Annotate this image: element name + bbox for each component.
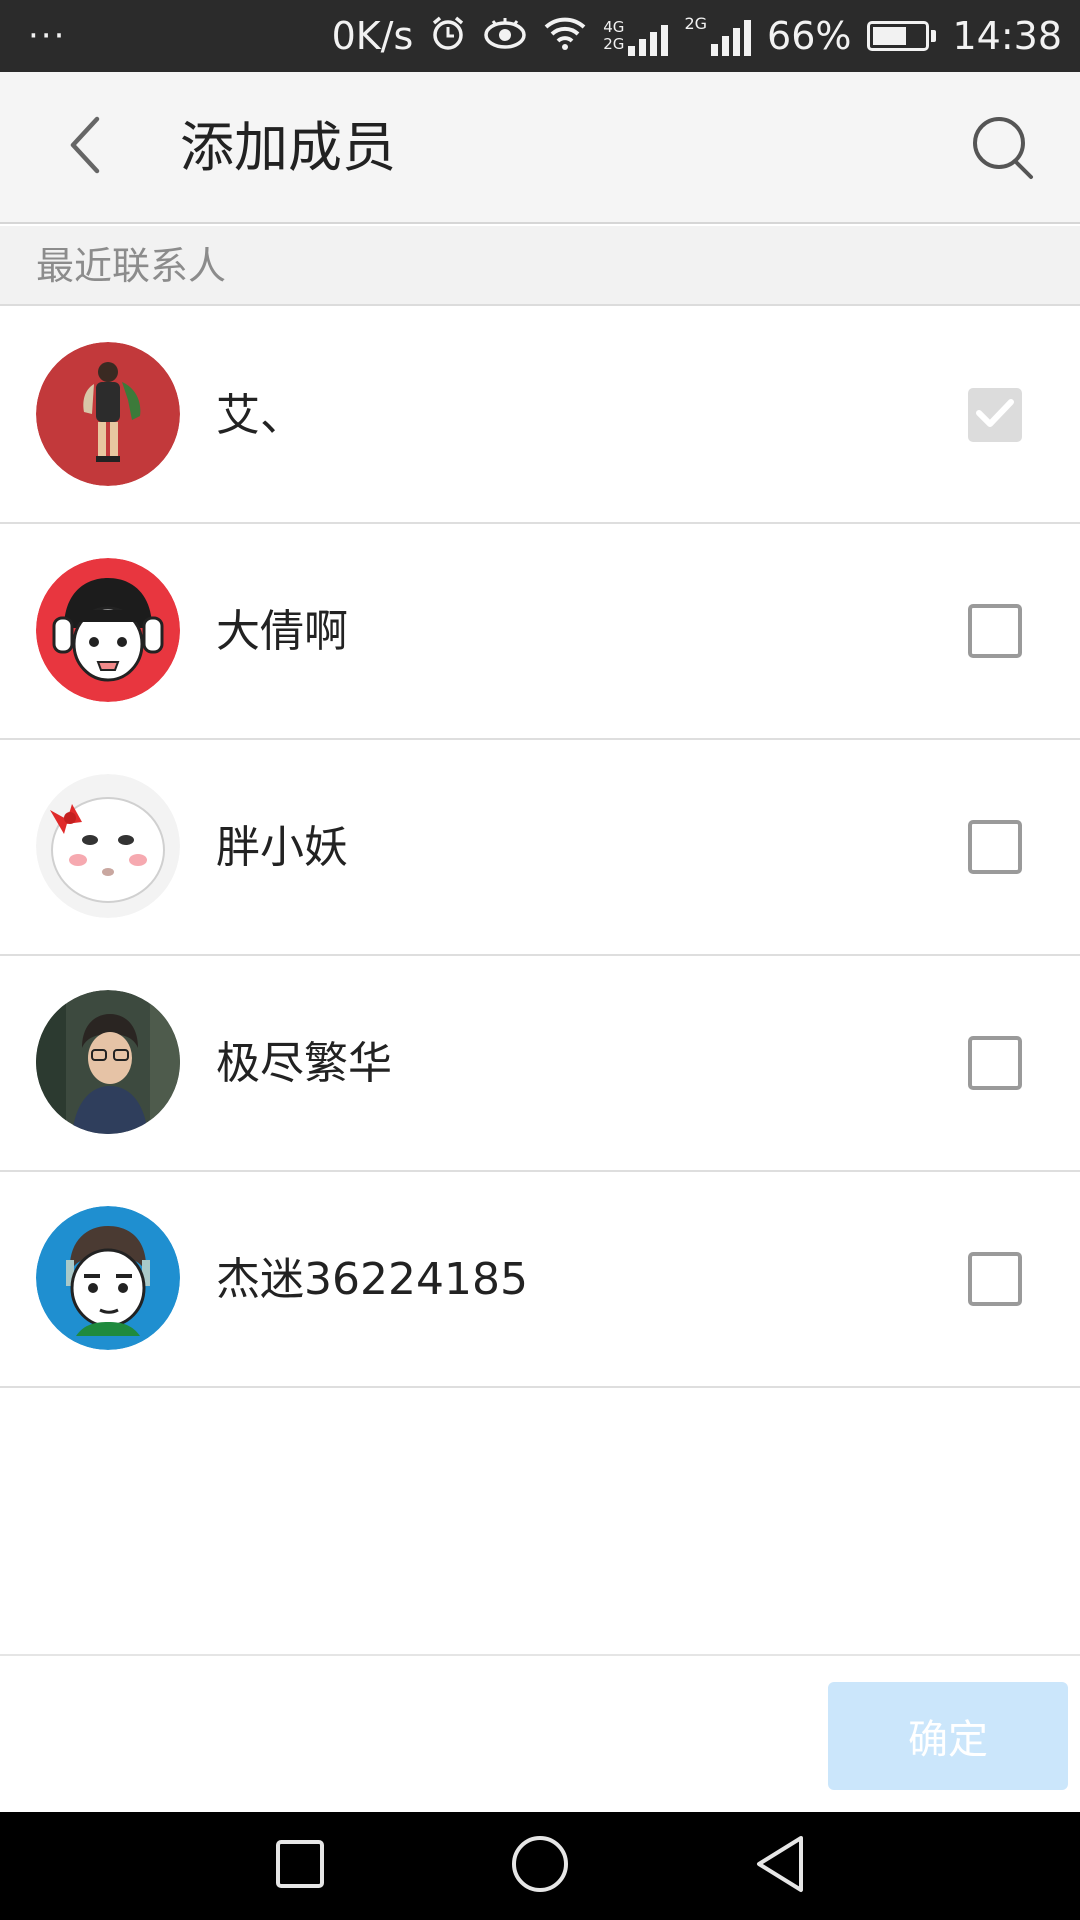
net-type-second: 2G bbox=[684, 14, 708, 33]
select-checkbox[interactable] bbox=[968, 388, 1022, 442]
back-button[interactable] bbox=[50, 112, 120, 182]
contact-name: 艾、 bbox=[216, 390, 304, 441]
signal-icon: 2G bbox=[684, 14, 752, 56]
battery-icon bbox=[867, 21, 937, 51]
avatar bbox=[36, 342, 180, 486]
search-button[interactable] bbox=[964, 110, 1044, 190]
contact-row[interactable]: 极尽繁华 bbox=[0, 956, 1080, 1172]
net-speed: 0K/s bbox=[331, 14, 414, 58]
select-checkbox[interactable] bbox=[968, 1252, 1022, 1306]
select-checkbox[interactable] bbox=[968, 604, 1022, 658]
home-button[interactable] bbox=[495, 1821, 585, 1911]
footer-bar: 确定 bbox=[0, 1654, 1080, 1812]
select-checkbox[interactable] bbox=[968, 1036, 1022, 1090]
checkmark-icon bbox=[975, 397, 1015, 433]
net-type-bottom: 2G bbox=[603, 35, 625, 53]
clock: 14:38 bbox=[952, 14, 1062, 58]
back-icon bbox=[753, 1834, 807, 1898]
alarm-icon bbox=[429, 14, 467, 58]
contact-row[interactable]: 杰迷36224185 bbox=[0, 1172, 1080, 1388]
status-bar: ··· 0K/s 4G 2G 2G 66% 14:38 bbox=[0, 0, 1080, 72]
page-title: 添加成员 bbox=[180, 116, 396, 179]
search-icon bbox=[969, 113, 1039, 187]
signal-icon: 4G 2G bbox=[603, 16, 669, 56]
recent-apps-icon bbox=[274, 1838, 326, 1894]
section-header-recent-contacts: 最近联系人 bbox=[0, 226, 1080, 306]
wifi-icon bbox=[543, 15, 587, 57]
home-icon bbox=[510, 1834, 570, 1898]
battery-percent: 66% bbox=[767, 14, 852, 58]
contact-row[interactable]: 胖小妖 bbox=[0, 740, 1080, 956]
contact-list: 艾、 大倩啊 胖小妖 极尽繁华 杰迷36224185 bbox=[0, 308, 1080, 1388]
contact-name: 杰迷36224185 bbox=[216, 1254, 528, 1305]
recent-apps-button[interactable] bbox=[255, 1821, 345, 1911]
contact-name: 极尽繁华 bbox=[216, 1038, 392, 1089]
contact-row[interactable]: 大倩啊 bbox=[0, 524, 1080, 740]
contact-name: 胖小妖 bbox=[216, 822, 348, 873]
status-overflow-dots: ··· bbox=[28, 16, 67, 56]
net-type-top: 4G bbox=[603, 18, 625, 36]
eye-icon bbox=[483, 15, 527, 57]
chevron-left-icon bbox=[65, 115, 105, 179]
system-nav-bar bbox=[0, 1812, 1080, 1920]
select-checkbox[interactable] bbox=[968, 820, 1022, 874]
status-icons: 0K/s 4G 2G 2G 66% 14:38 bbox=[332, 14, 1062, 58]
avatar bbox=[36, 1206, 180, 1350]
back-nav-button[interactable] bbox=[735, 1821, 825, 1911]
avatar bbox=[36, 558, 180, 702]
avatar bbox=[36, 990, 180, 1134]
contact-name: 大倩啊 bbox=[216, 606, 348, 657]
confirm-button[interactable]: 确定 bbox=[828, 1682, 1068, 1790]
contact-row[interactable]: 艾、 bbox=[0, 308, 1080, 524]
app-header: 添加成员 bbox=[0, 72, 1080, 224]
avatar bbox=[36, 774, 180, 918]
